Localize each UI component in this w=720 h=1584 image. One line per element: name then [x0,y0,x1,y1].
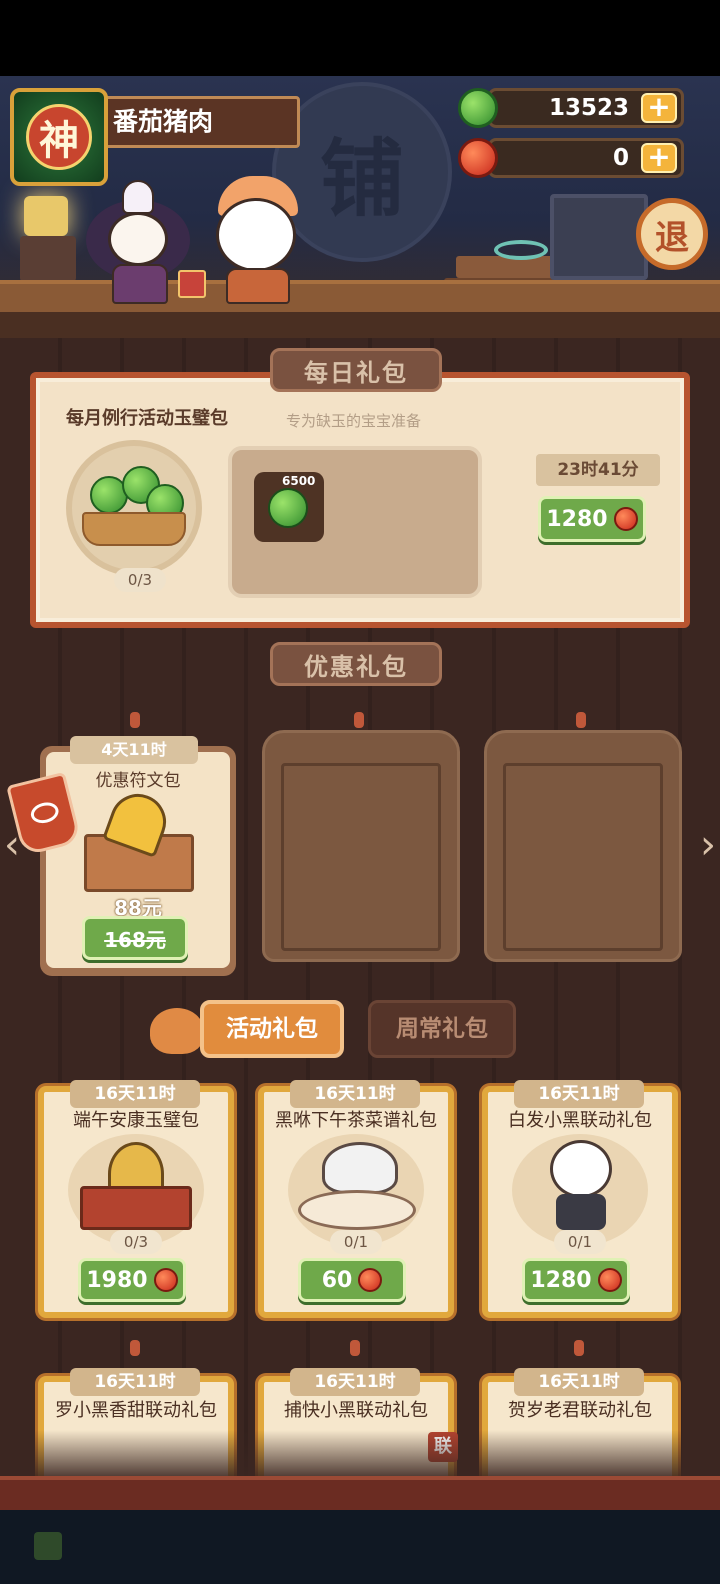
discount-buy-button[interactable]: 168元 [82,916,188,960]
jade-coin-icon [458,88,498,128]
red-coin-icon [458,138,498,178]
activity-pack-timer: 16天11时 [514,1080,644,1108]
activity-pack-title: 黑咻下午茶菜谱礼包 [275,1110,437,1131]
activity-pack-title: 捕快小黑联动礼包 [284,1400,428,1421]
red-coin-icon [597,1268,622,1292]
daily-pack-subtitle: 专为缺玉的宝宝准备 [286,412,422,430]
activity-pack-timer: 16天11时 [290,1080,420,1108]
activity-pack-price: 1980 [86,1267,148,1293]
red-coin-icon [153,1268,178,1292]
shelf-underside [0,312,720,338]
red-amount: 0 [612,145,629,171]
hanger-icon [350,1340,360,1356]
activity-pack-buy-button[interactable]: 1280 [522,1258,630,1302]
daily-pack-panel: 每月例行活动玉璧包 专为缺玉的宝宝准备 0/3 6500 23时41分 1280 [30,372,690,628]
bottom-fade [0,1430,720,1480]
player-name: 番茄猪肉 [113,107,214,136]
character-princess-face [108,212,168,266]
hanger-icon [130,1340,140,1356]
activity-pack-progress: 0/3 [110,1230,162,1254]
daily-section-title-text: 每日礼包 [304,358,408,387]
discount-timer: 4天11时 [70,736,198,764]
basket-tray [82,512,186,546]
teapot-icon [322,1142,398,1194]
activity-pack-progress: 0/1 [330,1230,382,1254]
lamp-stand [20,236,76,282]
activity-pack-price: 1280 [530,1267,592,1293]
bottom-navigation-strip [0,1510,720,1584]
activity-pack-timer: 16天11时 [290,1368,420,1396]
activity-pack-title: 罗小黑香甜联动礼包 [55,1400,217,1421]
red-gift-box [178,270,206,298]
activity-pack-buy-button[interactable]: 60 [298,1258,406,1302]
activity-pack-title: 端午安康玉璧包 [73,1110,199,1131]
jade-currency-bar: 13523 + [488,88,684,128]
jade-amount: 13523 [548,95,629,121]
lamp-decoration [24,196,68,236]
daily-item-quantity: 6500 [282,474,316,488]
character-head-icon [550,1140,612,1198]
sale-tag-mark [28,799,61,826]
cat-mascot-icon [150,1008,204,1054]
hanger-icon [576,712,586,728]
rune-chest-image [80,786,200,894]
activity-pack-title: 贺岁老君联动礼包 [508,1400,652,1421]
daily-pack-name: 每月例行活动玉璧包 [66,408,228,429]
empty-slot-frame [503,763,663,951]
chest-icon [80,1186,192,1230]
activity-pack-buy-button[interactable]: 1980 [78,1258,186,1302]
red-currency-bar: 0 + [488,138,684,178]
jade-bracelet [494,240,548,260]
cabinet [550,194,648,280]
daily-timer: 23时41分 [536,454,660,486]
chevron-left-icon[interactable]: ‹ [0,818,24,872]
discount-section-title-text: 优惠礼包 [304,652,408,681]
status-bar [0,0,720,76]
character-body-icon [556,1194,606,1230]
activity-pack-timer: 16天11时 [70,1368,200,1396]
daily-buy-button[interactable]: 1280 [538,496,646,542]
empty-slot-frame [281,763,441,951]
avatar-emblem-icon: 神 [26,104,92,170]
character-princess-body [112,264,168,304]
plate-icon [298,1190,416,1230]
player-name-box[interactable]: 番茄猪肉 [100,96,300,148]
character-white-hair-face [216,198,296,272]
add-red-button[interactable]: + [641,143,677,173]
player-avatar[interactable]: 神 [10,88,108,186]
tab-activity-packs[interactable]: 活动礼包 [200,1000,344,1058]
activity-pack-title: 白发小黑联动礼包 [508,1110,652,1131]
daily-progress: 0/3 [114,568,166,592]
character-white-hair-body [226,268,290,304]
empty-pack-slot [262,730,460,962]
daily-item-slot[interactable]: 6500 [254,472,324,542]
character-white-hair [212,176,304,304]
hanger-icon [130,712,140,728]
bottom-frame [0,1476,720,1510]
discount-original-price: 168元 [104,927,166,952]
red-coin-icon [613,507,638,531]
add-jade-button[interactable]: + [641,93,677,123]
hanger-icon [354,712,364,728]
activity-pack-timer: 16天11时 [70,1080,200,1108]
red-coin-icon [358,1268,383,1292]
character-princess [86,180,192,304]
exit-button[interactable]: 退 [636,198,708,270]
chevron-right-icon[interactable]: › [696,818,720,872]
jade-coin-icon [268,488,308,528]
daily-contents-box: 6500 [228,446,482,598]
daily-price: 1280 [546,506,608,532]
activity-pack-progress: 0/1 [554,1230,606,1254]
tab-weekly-packs[interactable]: 周常礼包 [368,1000,516,1058]
discount-section-title: 优惠礼包 [270,642,442,686]
empty-pack-slot [484,730,682,962]
character-princess-ears [122,180,154,214]
discount-pack-title: 优惠符文包 [95,771,181,791]
hanger-icon [574,1340,584,1356]
bottom-thumbnail-icon[interactable] [34,1532,62,1560]
jade-basket-image[interactable] [66,440,202,576]
activity-pack-price: 60 [321,1267,353,1293]
activity-pack-timer: 16天11时 [514,1368,644,1396]
daily-section-title: 每日礼包 [270,348,442,392]
